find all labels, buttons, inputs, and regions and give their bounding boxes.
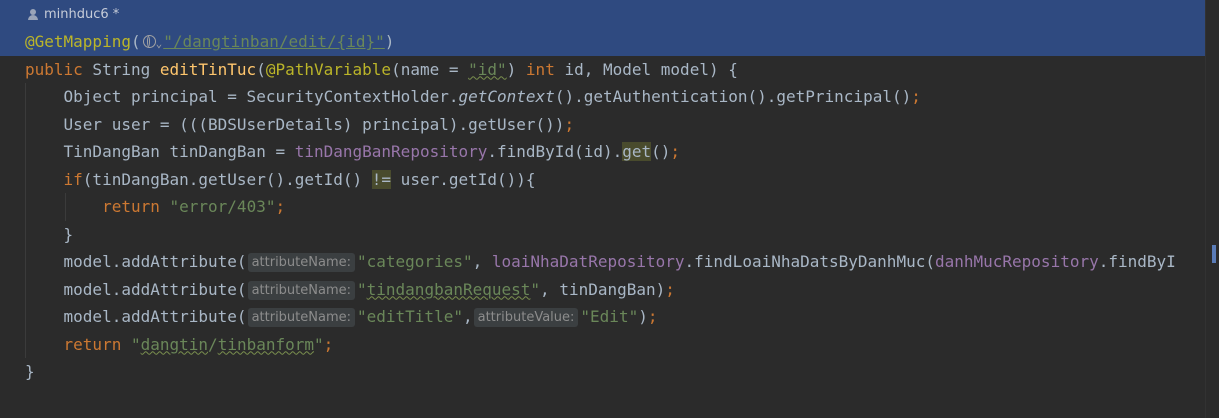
author-bar: minhduc6 * xyxy=(0,0,1205,28)
indent-guide xyxy=(25,193,26,221)
mapping-path-string[interactable]: "/dangtinban/edit/{id}" xyxy=(163,32,385,51)
author-name[interactable]: minhduc6 * xyxy=(44,7,119,22)
code-line-1[interactable]: @GetMapping(⌄"/dangtinban/edit/{id}") xyxy=(0,28,1205,56)
repository-field[interactable]: danhMucRepository xyxy=(935,252,1099,271)
parameter-hint: attributeName: xyxy=(247,308,355,327)
indent-guide xyxy=(25,303,26,331)
repository-field[interactable]: tinDangBanRepository xyxy=(295,142,488,161)
code-line-9[interactable]: model.addAttribute(attributeName: "catego… xyxy=(0,248,1205,276)
repository-field[interactable]: loaiNhaDatRepository xyxy=(492,252,685,271)
parameter-hint: attributeValue: xyxy=(473,308,579,327)
method-name[interactable]: editTinTuc xyxy=(160,60,256,79)
code-line-13[interactable]: } xyxy=(0,358,1205,386)
code-line-3[interactable]: Object principal = SecurityContextHolder… xyxy=(0,83,1205,111)
indent-guide xyxy=(25,165,26,193)
code-line-7[interactable]: return "error/403"; xyxy=(0,193,1205,221)
indent-guide xyxy=(25,248,26,276)
code-line-8[interactable]: } xyxy=(0,220,1205,248)
indent-guide xyxy=(25,138,26,166)
indent-guide xyxy=(25,330,26,358)
vertical-scrollbar[interactable] xyxy=(1205,0,1219,418)
indent-guide xyxy=(25,275,26,303)
chevron-down-icon[interactable]: ⌄ xyxy=(156,37,163,50)
parameter-hint: attributeName: xyxy=(247,253,355,272)
warning-highlight[interactable]: != xyxy=(371,169,392,189)
code-line-2[interactable]: public String editTinTuc(@PathVariable(n… xyxy=(0,56,1205,84)
indent-guide xyxy=(25,110,26,138)
code-editor[interactable]: @GetMapping(⌄"/dangtinban/edit/{id}") pu… xyxy=(0,28,1205,386)
code-line-11[interactable]: model.addAttribute(attributeName: "editTi… xyxy=(0,303,1205,331)
person-icon xyxy=(28,8,38,20)
code-line-5[interactable]: TinDangBan tinDangBan = tinDangBanReposi… xyxy=(0,138,1205,166)
indent-guide xyxy=(25,220,26,248)
warning-highlight[interactable]: get xyxy=(622,142,652,161)
indent-guide xyxy=(25,83,26,111)
get-mapping-annotation[interactable]: @GetMapping xyxy=(25,32,131,51)
path-variable-annotation[interactable]: @PathVariable xyxy=(266,60,391,79)
code-line-12[interactable]: return "dangtin/tinbanform"; xyxy=(0,330,1205,358)
scroll-marker[interactable] xyxy=(1212,245,1216,263)
indent-guide xyxy=(65,193,66,221)
code-line-10[interactable]: model.addAttribute(attributeName: "tindan… xyxy=(0,275,1205,303)
globe-icon[interactable] xyxy=(142,35,156,48)
parameter-hint: attributeName: xyxy=(247,280,355,300)
code-line-6[interactable]: if(tinDangBan.getUser().getId() != user.… xyxy=(0,165,1205,193)
code-line-4[interactable]: User user = (((BDSUserDetails) principal… xyxy=(0,110,1205,138)
